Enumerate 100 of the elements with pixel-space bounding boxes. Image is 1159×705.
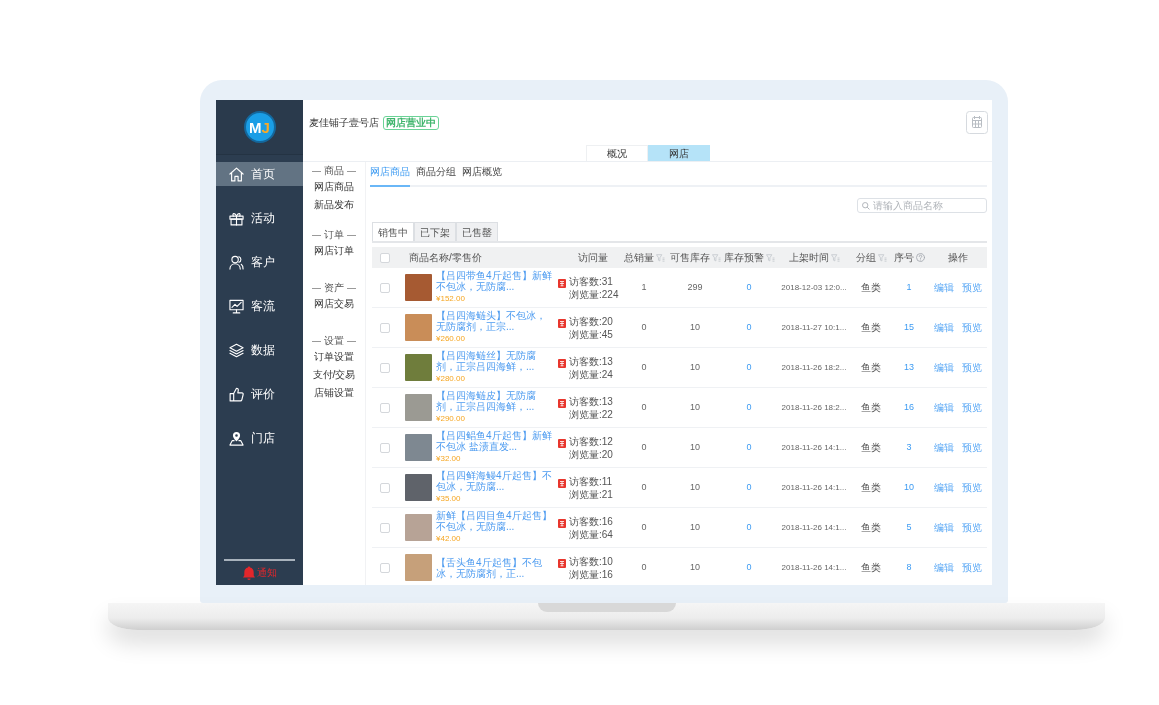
edit-link[interactable]: 编辑 bbox=[933, 441, 954, 454]
product-price: ¥290.00 bbox=[436, 413, 466, 425]
product-price: ¥42.00 bbox=[436, 533, 462, 545]
product-name-link[interactable]: 【吕四带鱼4斤起售】新鲜不包冰，无防腐... bbox=[436, 270, 554, 292]
section-nav-item[interactable]: 订单设置 bbox=[314, 348, 354, 366]
preview-link[interactable]: 预览 bbox=[961, 401, 982, 414]
top-tab[interactable]: 概况 bbox=[585, 145, 648, 161]
row-checkbox[interactable] bbox=[380, 282, 390, 293]
sort-order-link[interactable]: 3 bbox=[906, 440, 912, 455]
sidebar-item[interactable]: 活动 bbox=[216, 206, 303, 230]
column-header: 可售库存 bbox=[669, 251, 710, 265]
edit-link[interactable]: 编辑 bbox=[933, 481, 954, 494]
product-name-link[interactable]: 【吕四鲜海鳗4斤起售】不包冰，无防腐... bbox=[436, 470, 554, 492]
column-header: 操作 bbox=[947, 251, 968, 265]
edit-link[interactable]: 编辑 bbox=[933, 281, 954, 294]
sort-order-link[interactable]: 10 bbox=[904, 480, 914, 495]
sidebar-item[interactable]: 客户 bbox=[216, 250, 303, 274]
section-nav-item[interactable]: 网店商品 bbox=[314, 178, 354, 196]
calendar-icon[interactable] bbox=[966, 111, 988, 134]
product-name-link[interactable]: 【舌头鱼4斤起售】不包冰，无防腐剂，正... bbox=[436, 556, 554, 579]
search-field[interactable]: 请输入商品名称 bbox=[857, 198, 987, 213]
filter-icon[interactable] bbox=[655, 253, 665, 262]
listed-time: 2018-12-03 12:0... bbox=[781, 281, 847, 294]
sidebar-item[interactable]: 首页 bbox=[216, 162, 303, 186]
sort-order-link[interactable]: 1 bbox=[906, 280, 912, 295]
edit-link[interactable]: 编辑 bbox=[933, 521, 954, 534]
sidebar-item[interactable]: 门店 bbox=[216, 426, 303, 450]
stock-alert-link[interactable]: 0 bbox=[746, 440, 752, 455]
group-name: 鱼类 bbox=[861, 441, 881, 454]
stock-alert-link[interactable]: 0 bbox=[746, 360, 752, 375]
product-name-link[interactable]: 【吕四海鲢头】不包冰，无防腐剂，正宗... bbox=[436, 310, 554, 332]
notification-button[interactable]: 通知 bbox=[242, 565, 277, 580]
row-checkbox[interactable] bbox=[380, 362, 390, 373]
sidebar-item[interactable]: 客流 bbox=[216, 294, 303, 318]
product-name-link[interactable]: 新鲜【吕四目鱼4斤起售】不包冰，无防腐... bbox=[436, 510, 554, 532]
preview-link[interactable]: 预览 bbox=[961, 481, 982, 494]
section-nav-item[interactable]: 新品发布 bbox=[314, 196, 354, 214]
filter-icon[interactable] bbox=[765, 253, 775, 262]
product-name-link[interactable]: 【吕四海鲢皮】无防腐剂，正宗吕四海鲜，... bbox=[436, 390, 554, 412]
top-tab[interactable]: 网店 bbox=[647, 145, 710, 161]
group-name: 鱼类 bbox=[861, 281, 881, 294]
filter-icon[interactable] bbox=[830, 253, 840, 262]
status-tab[interactable]: 已售罄 bbox=[456, 222, 498, 241]
help-icon[interactable] bbox=[915, 253, 925, 262]
section-heading: 设置 bbox=[324, 334, 344, 348]
sidebar-item[interactable]: 评价 bbox=[216, 382, 303, 406]
product-name-link[interactable]: 【吕四海鲢丝】无防腐剂，正宗吕四海鲜，... bbox=[436, 350, 554, 372]
group-name: 鱼类 bbox=[861, 361, 881, 374]
sort-order-link[interactable]: 5 bbox=[906, 520, 912, 535]
stock-alert-link[interactable]: 0 bbox=[746, 480, 752, 495]
section-nav-item[interactable]: 支付/交易 bbox=[312, 366, 356, 384]
status-tab[interactable]: 销售中 bbox=[372, 222, 414, 241]
edit-link[interactable]: 编辑 bbox=[933, 361, 954, 374]
preview-link[interactable]: 预览 bbox=[961, 281, 982, 294]
sidebar-item[interactable]: 数据 bbox=[216, 338, 303, 362]
stock-alert-link[interactable]: 0 bbox=[746, 320, 752, 335]
section-heading: 订单 bbox=[324, 228, 344, 242]
edit-link[interactable]: 编辑 bbox=[933, 321, 954, 334]
layers-icon bbox=[229, 342, 244, 358]
content-tab[interactable]: 网店概览 bbox=[462, 165, 502, 187]
map-pin-icon bbox=[229, 430, 244, 446]
total-sales: 0 bbox=[641, 520, 647, 534]
row-checkbox[interactable] bbox=[380, 322, 390, 333]
row-checkbox[interactable] bbox=[380, 402, 390, 413]
sort-order-link[interactable]: 13 bbox=[904, 360, 914, 375]
select-all-checkbox[interactable] bbox=[380, 252, 390, 263]
filter-icon[interactable] bbox=[711, 253, 721, 262]
filter-icon[interactable] bbox=[877, 253, 887, 262]
preview-link[interactable]: 预览 bbox=[961, 361, 982, 374]
section-nav-item[interactable]: 店铺设置 bbox=[314, 384, 354, 402]
stock-alert-link[interactable]: 0 bbox=[746, 560, 752, 575]
content-tab[interactable]: 网店商品 bbox=[370, 165, 410, 187]
content-tab[interactable]: 商品分组 bbox=[416, 165, 456, 187]
stock-alert-link[interactable]: 0 bbox=[746, 400, 752, 415]
edit-link[interactable]: 编辑 bbox=[933, 401, 954, 414]
preview-link[interactable]: 预览 bbox=[961, 441, 982, 454]
preview-link[interactable]: 预览 bbox=[961, 321, 982, 334]
stock-alert-link[interactable]: 0 bbox=[746, 520, 752, 535]
row-checkbox[interactable] bbox=[380, 442, 390, 453]
product-name-link[interactable]: 【吕四鲳鱼4斤起售】新鲜不包冰 盐渍直发... bbox=[436, 430, 554, 452]
total-sales: 0 bbox=[641, 400, 647, 414]
stock-alert-link[interactable]: 0 bbox=[746, 280, 752, 295]
sort-order-link[interactable]: 15 bbox=[904, 320, 914, 335]
row-checkbox[interactable] bbox=[380, 482, 390, 493]
sort-order-link[interactable]: 8 bbox=[906, 560, 912, 575]
row-checkbox[interactable] bbox=[380, 522, 390, 533]
total-sales: 0 bbox=[641, 480, 647, 494]
photo-placeholder bbox=[405, 434, 432, 461]
status-tab[interactable]: 已下架 bbox=[414, 222, 456, 241]
view-count: 浏览量:45 bbox=[569, 327, 613, 341]
edit-link[interactable]: 编辑 bbox=[933, 561, 954, 574]
preview-link[interactable]: 预览 bbox=[961, 521, 982, 534]
section-nav-item[interactable]: 网店订单 bbox=[314, 242, 354, 260]
listed-time: 2018-11-26 14:1... bbox=[781, 521, 847, 534]
preview-link[interactable]: 预览 bbox=[961, 561, 982, 574]
section-nav-item[interactable]: 网店交易 bbox=[314, 295, 354, 313]
stock-count: 10 bbox=[690, 480, 700, 494]
view-count: 浏览量:224 bbox=[569, 287, 619, 301]
sort-order-link[interactable]: 16 bbox=[904, 400, 914, 415]
row-checkbox[interactable] bbox=[380, 562, 390, 573]
